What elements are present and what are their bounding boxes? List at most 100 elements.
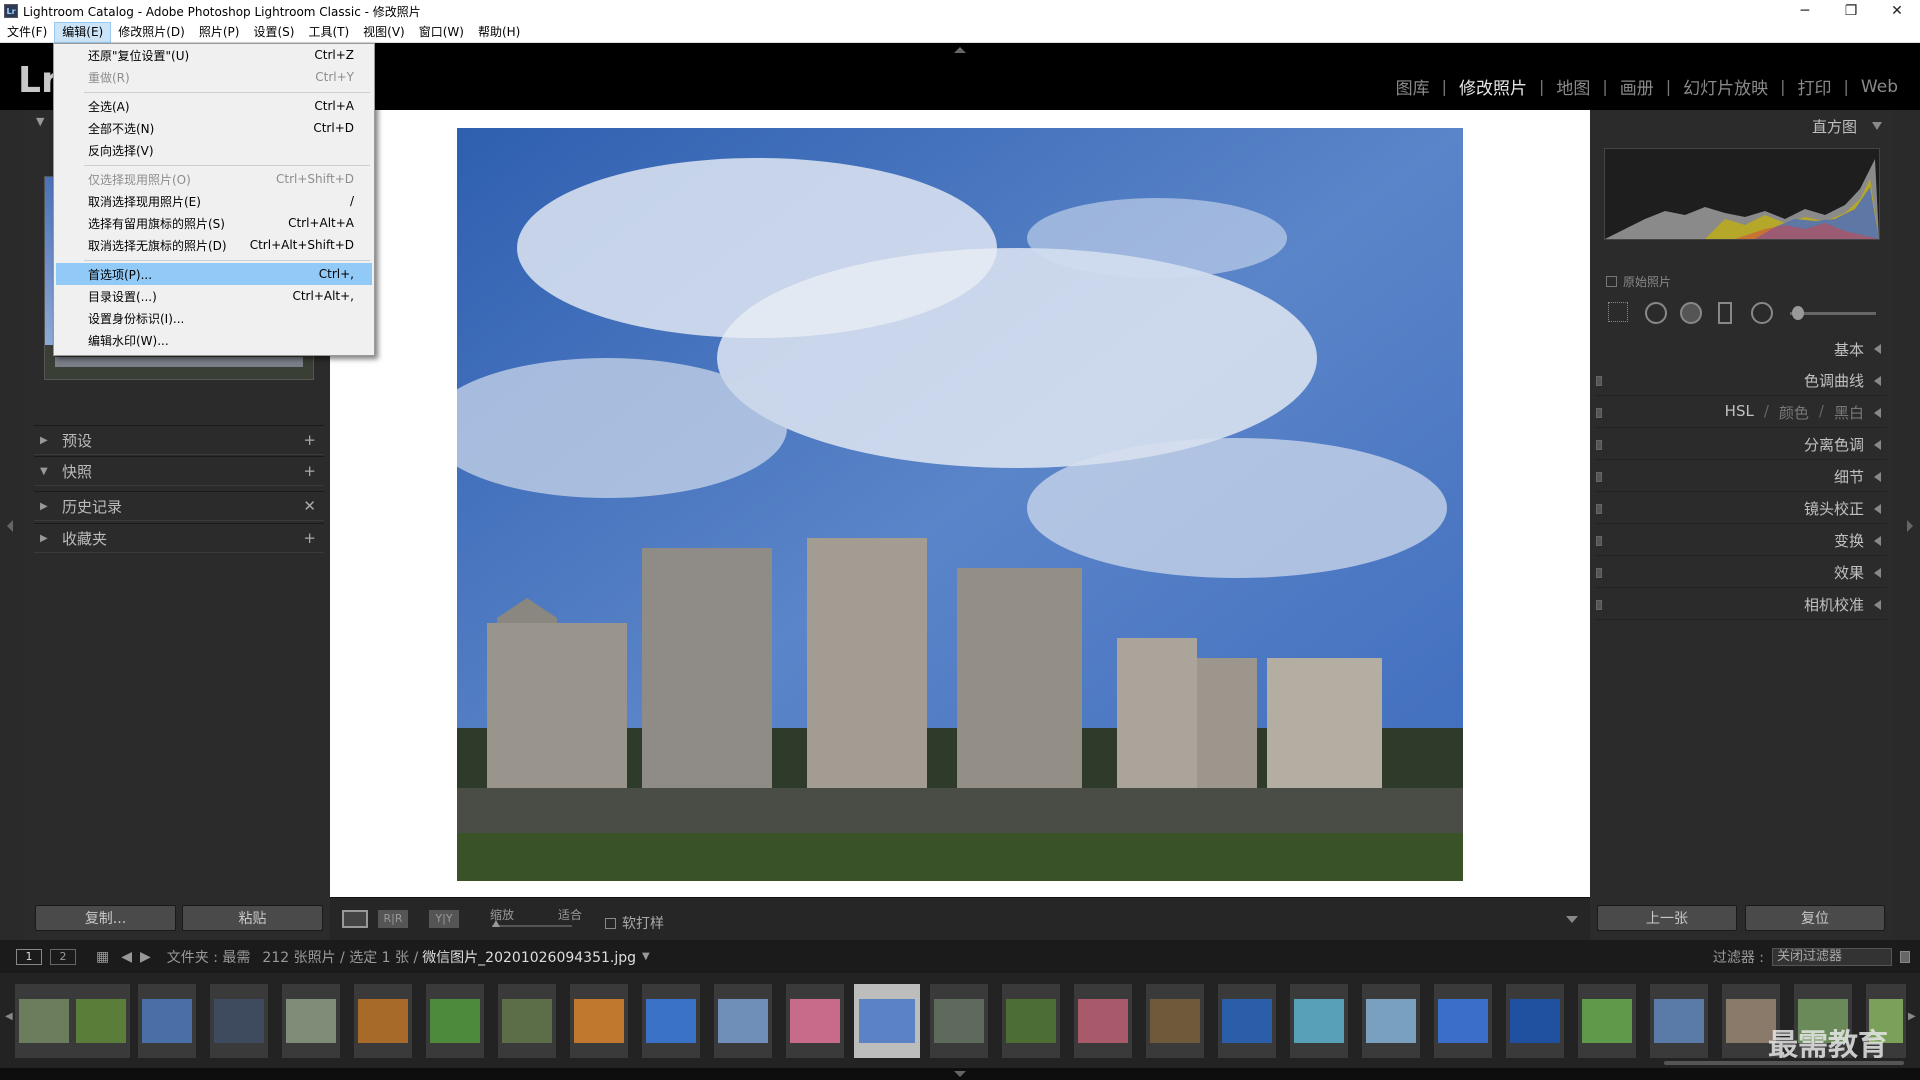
grid-icon[interactable]: ▦ xyxy=(96,949,109,965)
menu-edit[interactable]: 编辑(E) xyxy=(54,21,112,43)
collapse-left-icon[interactable] xyxy=(7,520,13,532)
menu-item-deselect-unflagged[interactable]: 取消选择无旗标的照片(D) Ctrl+Alt+Shift+D xyxy=(56,234,372,256)
module-slideshow[interactable]: 幻灯片放映 xyxy=(1671,74,1780,99)
filmstrip-thumb[interactable] xyxy=(282,984,340,1058)
navigator-toggle-icon[interactable]: ▼ xyxy=(36,115,44,128)
graduated-filter-icon[interactable] xyxy=(1718,302,1732,324)
before-after-lr-icon[interactable]: R|R xyxy=(378,910,408,928)
previous-button[interactable]: 上一张 xyxy=(1597,905,1737,931)
before-after-tb-icon[interactable]: Y|Y xyxy=(429,910,459,928)
secondary-window-button[interactable]: 2 xyxy=(50,948,76,965)
close-button[interactable]: ✕ xyxy=(1874,3,1920,19)
menu-item-identity-plate[interactable]: 设置身份标识(I)... xyxy=(56,307,372,329)
panel-split-toning[interactable]: 分离色调 xyxy=(1596,430,1887,460)
menu-tools[interactable]: 工具(T) xyxy=(301,22,356,43)
menu-item-deselect-active[interactable]: 取消选择现用照片(E) / xyxy=(56,190,372,212)
menu-photo[interactable]: 照片(P) xyxy=(192,22,247,43)
source-label[interactable]: 文件夹 : 最需 xyxy=(167,947,251,967)
toolbar-menu-icon[interactable] xyxy=(1566,916,1578,923)
collections-header[interactable]: ▶ 收藏夹 + xyxy=(34,523,324,553)
menu-item-select-active-only[interactable]: 仅选择现用照片(O) Ctrl+Shift+D xyxy=(56,168,372,190)
panel-basic[interactable]: 基本 xyxy=(1596,334,1887,364)
histogram[interactable] xyxy=(1604,148,1880,240)
spot-removal-icon[interactable] xyxy=(1645,302,1667,324)
filmstrip-thumb[interactable] xyxy=(714,984,772,1058)
add-collection-icon[interactable]: + xyxy=(303,529,316,547)
presets-header[interactable]: ▶ 预设 + xyxy=(34,425,324,455)
paste-button[interactable]: 粘贴 xyxy=(182,905,323,931)
collapse-top-icon[interactable] xyxy=(954,47,966,53)
histogram-collapse-icon[interactable] xyxy=(1872,122,1882,130)
menu-item-invert-selection[interactable]: 反向选择(V) xyxy=(56,139,372,161)
module-print[interactable]: 打印 xyxy=(1786,74,1844,99)
filmstrip-thumb[interactable] xyxy=(354,984,412,1058)
module-map[interactable]: 地图 xyxy=(1544,74,1602,99)
filter-select[interactable]: 关闭过滤器 xyxy=(1772,947,1892,966)
filmstrip-scroll-right-icon[interactable]: ▶ xyxy=(1908,1011,1916,1022)
original-photo-toggle[interactable]: 原始照片 xyxy=(1606,273,1671,290)
filmstrip-thumb[interactable] xyxy=(786,984,844,1058)
menu-item-preferences[interactable]: 首选项(P)... Ctrl+, xyxy=(56,263,372,285)
filmstrip-thumb[interactable] xyxy=(15,984,73,1058)
panel-effects[interactable]: 效果 xyxy=(1596,558,1887,588)
menu-help[interactable]: 帮助(H) xyxy=(471,22,527,43)
module-book[interactable]: 画册 xyxy=(1608,74,1666,99)
panel-tone-curve[interactable]: 色调曲线 xyxy=(1596,366,1887,396)
snapshots-header[interactable]: ▼ 快照 + xyxy=(34,456,324,486)
adjustment-brush-icon[interactable] xyxy=(1792,306,1804,320)
collapse-right-icon[interactable] xyxy=(1907,520,1913,532)
filmstrip-thumb[interactable] xyxy=(138,984,196,1058)
menu-window[interactable]: 窗口(W) xyxy=(412,22,471,43)
menu-settings[interactable]: 设置(S) xyxy=(246,22,301,43)
panel-detail[interactable]: 细节 xyxy=(1596,462,1887,492)
panel-toggle[interactable] xyxy=(1596,503,1602,514)
panel-toggle[interactable] xyxy=(1596,407,1602,418)
radial-filter-icon[interactable] xyxy=(1751,302,1773,324)
crop-tool-icon[interactable] xyxy=(1608,302,1628,322)
filmstrip-thumb[interactable] xyxy=(1074,984,1132,1058)
panel-hsl[interactable]: HSL / 颜色 / 黑白 xyxy=(1596,398,1887,428)
checkbox[interactable] xyxy=(1606,276,1617,287)
panel-camera-calibration[interactable]: 相机校准 xyxy=(1596,590,1887,620)
panel-toggle[interactable] xyxy=(1596,439,1602,450)
menu-item-catalog-settings[interactable]: 目录设置(...) Ctrl+Alt+, xyxy=(56,285,372,307)
add-preset-icon[interactable]: + xyxy=(303,431,316,449)
menu-item-undo[interactable]: 还原"复位设置"(U) Ctrl+Z xyxy=(56,44,372,66)
filmstrip-thumb[interactable] xyxy=(210,984,268,1058)
filmstrip-thumb[interactable] xyxy=(1218,984,1276,1058)
back-arrow-icon[interactable]: ◀ xyxy=(121,949,132,965)
loupe-view-icon[interactable] xyxy=(342,910,368,928)
filmstrip-thumb[interactable] xyxy=(1290,984,1348,1058)
filmstrip-thumb[interactable] xyxy=(1362,984,1420,1058)
filmstrip-thumb-selected[interactable] xyxy=(854,984,920,1058)
current-filename[interactable]: 微信图片_20201026094351.jpg xyxy=(422,947,636,967)
filmstrip-thumb[interactable] xyxy=(642,984,700,1058)
checkbox[interactable] xyxy=(605,917,616,929)
filmstrip-thumb[interactable] xyxy=(1002,984,1060,1058)
menu-file[interactable]: 文件(F) xyxy=(0,22,54,43)
filmstrip-thumb[interactable] xyxy=(426,984,484,1058)
menu-item-select-all[interactable]: 全选(A) Ctrl+A xyxy=(56,95,372,117)
history-header[interactable]: ▶ 历史记录 ✕ xyxy=(34,491,324,521)
tab-bw[interactable]: 黑白 xyxy=(1834,402,1864,423)
primary-window-button[interactable]: 1 xyxy=(16,948,42,965)
copy-button[interactable]: 复制... xyxy=(35,905,176,931)
panel-toggle[interactable] xyxy=(1596,471,1602,482)
filmstrip-thumb[interactable] xyxy=(1650,984,1708,1058)
menu-view[interactable]: 视图(V) xyxy=(356,22,412,43)
minimize-button[interactable]: ─ xyxy=(1782,3,1828,19)
filmstrip-thumb[interactable] xyxy=(1506,984,1564,1058)
red-eye-icon[interactable] xyxy=(1680,302,1702,324)
forward-arrow-icon[interactable]: ▶ xyxy=(140,949,151,965)
reset-button[interactable]: 复位 xyxy=(1745,905,1885,931)
add-snapshot-icon[interactable]: + xyxy=(303,462,316,480)
tab-color[interactable]: 颜色 xyxy=(1779,402,1809,423)
module-web[interactable]: Web xyxy=(1849,77,1910,97)
filmstrip-thumb[interactable] xyxy=(570,984,628,1058)
panel-toggle[interactable] xyxy=(1596,535,1602,546)
menu-item-select-none[interactable]: 全部不选(N) Ctrl+D xyxy=(56,117,372,139)
tab-hsl[interactable]: HSL xyxy=(1725,402,1754,423)
filmstrip-thumb[interactable] xyxy=(930,984,988,1058)
panel-toggle[interactable] xyxy=(1596,599,1602,610)
menu-item-select-flagged[interactable]: 选择有留用旗标的照片(S) Ctrl+Alt+A xyxy=(56,212,372,234)
